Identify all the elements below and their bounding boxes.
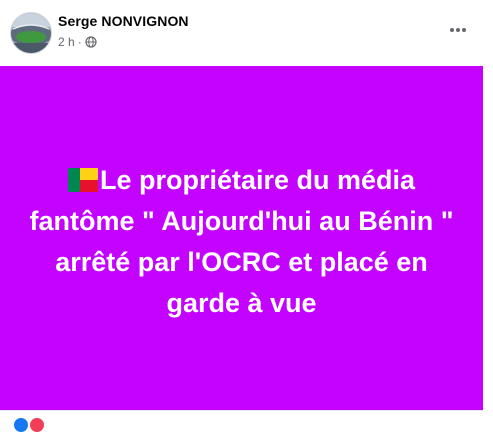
author-avatar[interactable] bbox=[10, 12, 52, 54]
post-header: Serge NONVIGNON 2 h · bbox=[0, 0, 493, 66]
like-reaction-icon bbox=[14, 418, 28, 432]
facebook-post: Serge NONVIGNON 2 h · Le propriétaire du… bbox=[0, 0, 493, 432]
reaction-icons[interactable] bbox=[14, 418, 44, 432]
more-options-icon bbox=[450, 28, 466, 32]
author-name[interactable]: Serge NONVIGNON bbox=[58, 13, 189, 29]
post-divider bbox=[0, 410, 483, 411]
flag-benin-icon bbox=[67, 168, 98, 192]
post-time[interactable]: 2 h bbox=[58, 35, 75, 49]
post-meta: 2 h · bbox=[58, 35, 97, 49]
globe-icon[interactable] bbox=[85, 36, 97, 48]
post-text-block: Le propriétaire du média fantôme " Aujou… bbox=[22, 160, 462, 324]
more-options-button[interactable] bbox=[443, 18, 473, 42]
love-reaction-icon bbox=[30, 418, 44, 432]
meta-separator: · bbox=[77, 35, 82, 49]
stadium-avatar-image bbox=[11, 13, 51, 53]
text-background-post: Le propriétaire du média fantôme " Aujou… bbox=[0, 66, 483, 410]
